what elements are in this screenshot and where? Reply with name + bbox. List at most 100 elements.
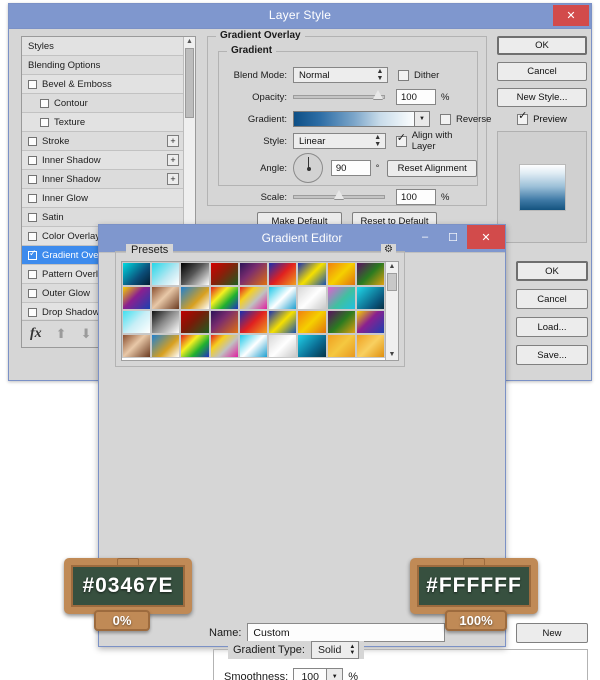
preset-swatch[interactable] [209,262,239,286]
add-effect-icon[interactable]: + [167,135,179,147]
close-icon[interactable]: ✕ [553,5,589,26]
preset-swatch[interactable] [180,262,210,286]
styles-list-item-checkbox[interactable] [28,307,37,317]
preset-swatch[interactable] [268,310,298,334]
preview-checkbox[interactable] [517,111,529,125]
preset-swatch[interactable] [297,334,327,358]
smoothness-input[interactable]: 100 [293,668,328,680]
cancel-button[interactable]: Cancel [516,289,588,309]
preset-swatch[interactable] [122,310,152,334]
preset-swatch[interactable] [122,262,152,286]
preset-swatch[interactable] [268,334,298,358]
styles-list-item[interactable]: Inner Shadow + [22,151,183,170]
preset-swatch[interactable] [209,286,239,310]
gradient-type-select[interactable]: Solid ▲ ▼ [310,641,360,659]
angle-dial[interactable] [293,153,323,183]
preset-swatch[interactable] [209,310,239,334]
preset-swatch[interactable] [326,310,356,334]
preset-swatch[interactable] [180,286,210,310]
styles-list-item-checkbox[interactable] [28,79,37,89]
preset-swatch[interactable] [355,334,385,358]
preset-swatch[interactable] [297,286,327,310]
angle-input[interactable]: 90 [330,160,371,176]
preset-swatch[interactable] [151,262,181,286]
styles-list-item[interactable]: Inner Shadow + [22,170,183,189]
add-effect-icon[interactable]: + [167,173,179,185]
preset-swatch[interactable] [238,334,269,358]
align-with-layer-checkbox[interactable] [395,133,407,147]
preset-swatch[interactable] [122,334,152,358]
scroll-up-icon[interactable]: ▲ [184,37,195,47]
styles-list-item-checkbox[interactable] [40,117,49,127]
preset-swatch[interactable] [297,262,327,286]
styles-list-item[interactable]: Blending Options [22,56,183,75]
styles-list-item-checkbox[interactable] [28,212,37,222]
maximize-icon[interactable]: ☐ [439,225,467,249]
preset-swatch[interactable] [268,286,298,310]
styles-list-item-checkbox[interactable] [28,288,37,298]
close-icon[interactable]: ✕ [467,225,505,249]
scrollbar-thumb[interactable] [387,273,397,291]
scale-input[interactable]: 100 [396,189,436,205]
preset-swatch[interactable] [238,286,269,310]
preset-swatch[interactable] [180,310,210,334]
styles-list-item[interactable]: Inner Glow [22,189,183,208]
preset-swatch[interactable] [326,286,356,310]
styles-list-item-checkbox[interactable] [28,174,37,184]
preset-swatch[interactable] [355,310,385,334]
move-up-icon[interactable]: ⬆ [56,326,67,342]
gradient-swatch[interactable] [293,111,415,127]
preset-swatch[interactable] [297,310,327,334]
preset-swatch[interactable] [151,334,181,358]
gradient-picker[interactable]: ▼ [293,111,430,127]
scroll-up-icon[interactable]: ▲ [386,262,398,272]
reverse-checkbox[interactable] [440,113,451,125]
minimize-icon[interactable]: – [411,225,439,249]
styles-list-item-checkbox[interactable] [28,231,37,241]
blend-mode-select[interactable]: Normal ▲ ▼ [293,67,388,83]
move-down-icon[interactable]: ⬇ [81,326,92,342]
chevron-down-icon[interactable]: ▼ [415,111,430,127]
styles-list-item-checkbox[interactable] [28,136,37,146]
scale-slider[interactable] [293,190,385,199]
preset-swatch[interactable] [151,310,181,334]
gear-icon[interactable]: ⚙ [381,244,396,255]
ok-button[interactable]: OK [497,36,587,55]
styles-list-item-checkbox[interactable] [28,249,37,260]
preset-swatch[interactable] [326,334,356,358]
opacity-input[interactable]: 100 [396,89,436,105]
preset-swatch[interactable] [180,334,210,358]
preset-swatch[interactable] [209,334,239,358]
new-style-button[interactable]: New Style... [497,88,587,107]
styles-list-item[interactable]: Contour [22,94,183,113]
styles-list-item-checkbox[interactable] [28,193,37,203]
style-select[interactable]: Linear ▲ ▼ [293,133,386,149]
styles-list-item-checkbox[interactable] [28,269,37,279]
chevron-down-icon[interactable]: ▼ [327,668,344,680]
add-effect-icon[interactable]: + [167,154,179,166]
styles-list-item-checkbox[interactable] [28,155,37,165]
styles-list-item-checkbox[interactable] [40,98,49,108]
scale-slider-knob[interactable] [334,190,345,199]
preset-swatch[interactable] [122,286,152,310]
presets-scrollbar[interactable]: ▲ ▼ [385,262,398,360]
load-button[interactable]: Load... [516,317,588,337]
styles-list-item[interactable]: Stroke + [22,132,183,151]
dither-checkbox[interactable] [398,69,409,81]
fx-icon[interactable]: fx [30,326,42,342]
reset-alignment-button[interactable]: Reset Alignment [387,159,477,177]
opacity-slider-knob[interactable] [373,90,383,99]
presets-grid[interactable] [122,262,385,360]
preset-swatch[interactable] [151,286,181,310]
scroll-down-icon[interactable]: ▼ [386,350,398,360]
ok-button[interactable]: OK [516,261,588,281]
preset-swatch[interactable] [355,262,385,286]
styles-list-item[interactable]: Bevel & Emboss [22,75,183,94]
cancel-button[interactable]: Cancel [497,62,587,81]
preset-swatch[interactable] [326,262,356,286]
preset-swatch[interactable] [268,262,298,286]
save-button[interactable]: Save... [516,345,588,365]
preset-swatch[interactable] [238,310,269,334]
styles-list-item[interactable]: Styles [22,37,183,56]
styles-list-item[interactable]: Texture [22,113,183,132]
